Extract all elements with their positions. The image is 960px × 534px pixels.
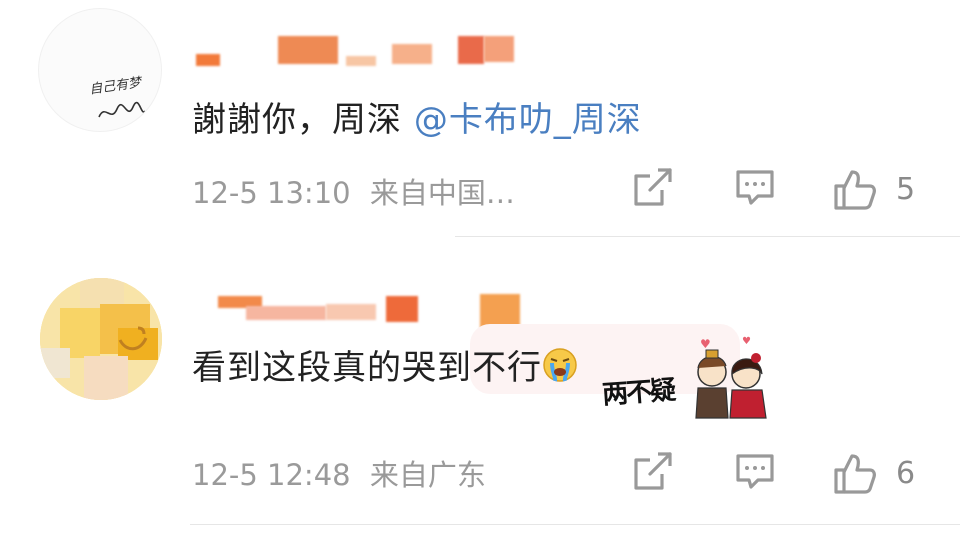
sticker-caption: 两不疑 [601, 375, 676, 411]
like-button[interactable]: 5 [832, 166, 915, 212]
comment-text: 看到这段真的哭到不行 [192, 340, 578, 392]
cartoon-couple-icon: ♥ ♥ [695, 336, 767, 419]
crying-face-emoji [542, 347, 578, 392]
sticker-image: 两不疑 ♥ ♥ [596, 326, 776, 422]
like-count: 6 [896, 455, 916, 491]
reply-button[interactable] [734, 166, 776, 208]
mention-link[interactable]: @卡布叻_周深 [414, 100, 642, 140]
emoji-avatar-icon [118, 326, 148, 351]
comment-body: 看到这段真的哭到不行 [192, 348, 542, 388]
username-obscured[interactable] [196, 34, 526, 66]
divider [455, 236, 960, 237]
avatar[interactable]: 自己有梦 [38, 8, 162, 132]
avatar-signature-text: 自己有梦 [88, 75, 143, 98]
reply-button[interactable] [734, 450, 776, 492]
comment-meta: 12-5 13:10 来自中国… [192, 170, 515, 212]
comment-item: 自己有梦 謝謝你，周深 @卡布叻_周深 12-5 13:10 来自中国… 5 [0, 0, 960, 238]
thumbs-up-icon [834, 170, 876, 210]
source-label: 来自广东 [369, 458, 486, 492]
comment-meta: 12-5 12:48 来自广东 [192, 452, 486, 494]
thumbs-up-icon [834, 454, 876, 494]
share-button[interactable] [632, 166, 674, 208]
avatar[interactable] [40, 278, 162, 400]
timestamp: 12-5 13:10 [192, 176, 351, 210]
comment-item: 看到这段真的哭到不行 两不疑 ♥ ♥ 12-5 12:48 来自广东 6 [0, 238, 960, 534]
signature-icon [98, 101, 146, 118]
source-label: 来自中国… [369, 176, 515, 210]
comment-body: 謝謝你，周深 [192, 100, 414, 140]
share-button[interactable] [632, 450, 674, 492]
like-count: 5 [896, 171, 916, 207]
comment-icon [736, 170, 774, 205]
username-obscured[interactable] [196, 292, 526, 336]
share-icon [634, 452, 672, 490]
comment-icon [736, 454, 774, 489]
comment-text: 謝謝你，周深 @卡布叻_周深 [192, 92, 642, 141]
divider [190, 524, 960, 525]
comment-list: 自己有梦 謝謝你，周深 @卡布叻_周深 12-5 13:10 来自中国… 5 看… [0, 0, 960, 534]
share-icon [634, 168, 672, 206]
like-button[interactable]: 6 [832, 450, 915, 496]
timestamp: 12-5 12:48 [192, 458, 351, 492]
svg-text:♥: ♥ [742, 336, 751, 347]
svg-text:♥: ♥ [700, 337, 711, 351]
